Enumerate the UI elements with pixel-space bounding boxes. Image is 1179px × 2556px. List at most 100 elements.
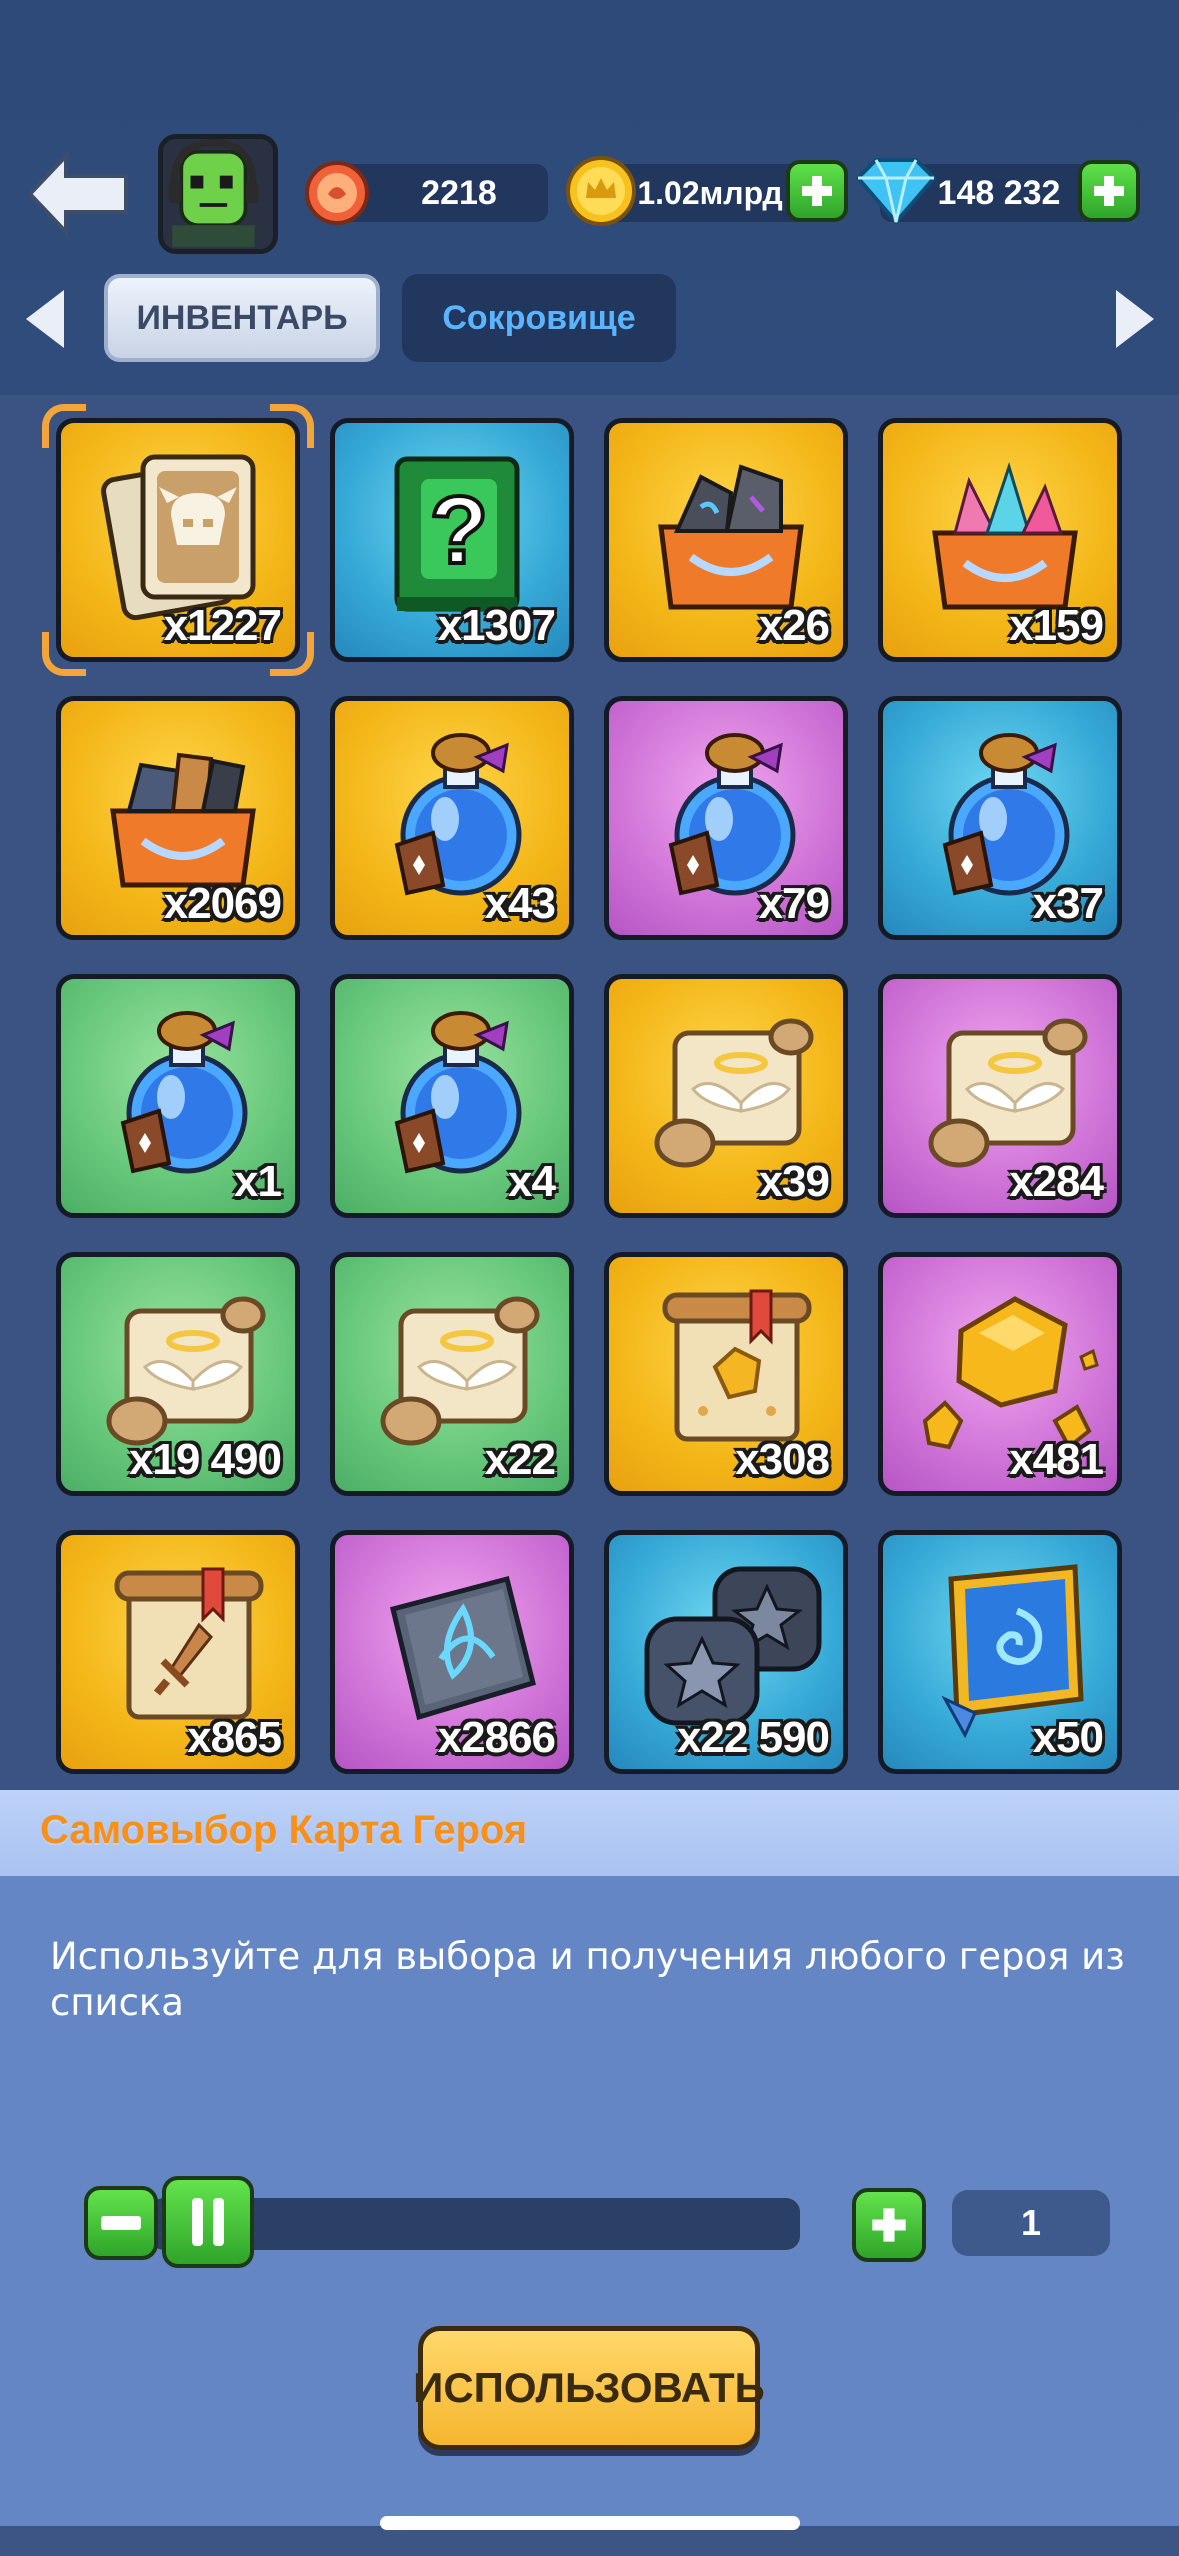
gold-ore-icon xyxy=(922,1296,1099,1451)
chevron-left-icon[interactable] xyxy=(20,286,68,352)
item-quantity: x159 xyxy=(1009,601,1104,650)
item-quantity: x284 xyxy=(1009,1157,1104,1206)
inventory-item[interactable]: x308 xyxy=(604,1252,848,1496)
inventory-item[interactable]: x19 490 xyxy=(56,1252,300,1496)
item-title: Самовыбор Карта Героя xyxy=(40,1808,528,1852)
tab-treasure-label: Сокровище xyxy=(442,298,636,337)
item-quantity: x1227 xyxy=(163,601,282,650)
xp-potion-icon xyxy=(668,733,796,896)
inventory-item[interactable]: x1 xyxy=(56,974,300,1218)
home-indicator-area xyxy=(0,2526,1179,2556)
inventory-item[interactable]: x22 xyxy=(330,1252,574,1496)
tab-inventory[interactable]: ИНВЕНТАРЬ xyxy=(104,274,380,362)
plus-icon xyxy=(802,176,832,206)
medal-icon xyxy=(305,161,369,225)
item-quantity: x19 490 xyxy=(128,1435,282,1484)
item-detail-panel: Используйте для выбора и получения любог… xyxy=(0,1876,1179,2526)
decrease-quantity-button[interactable] xyxy=(84,2186,158,2260)
xp-potion-icon xyxy=(394,1011,522,1174)
item-quantity: x37 xyxy=(1032,879,1104,928)
star-coins-icon xyxy=(644,1566,822,1726)
stamina-value: 2218 xyxy=(421,173,497,212)
gems-value: 148 232 xyxy=(937,173,1061,212)
sword-scroll-icon xyxy=(114,1567,264,1720)
angel-scroll-icon xyxy=(654,1018,814,1168)
inventory-item[interactable]: x284 xyxy=(878,974,1122,1218)
item-title-bar: Самовыбор Карта Героя xyxy=(0,1790,1179,1876)
item-quantity: x50 xyxy=(1032,1713,1104,1762)
xp-potion-icon xyxy=(942,733,1070,896)
add-gems-button[interactable] xyxy=(1078,160,1140,222)
inventory-item[interactable]: x50 xyxy=(878,1530,1122,1774)
inventory-item[interactable]: x481 xyxy=(878,1252,1122,1496)
angel-scroll-icon xyxy=(106,1296,266,1446)
item-description: Используйте для выбора и получения любог… xyxy=(50,1935,1125,2024)
item-quantity: x1307 xyxy=(437,601,556,650)
selection-corner xyxy=(270,632,314,676)
plus-icon xyxy=(872,2208,906,2242)
inventory-item[interactable]: x39 xyxy=(604,974,848,1218)
item-quantity: x308 xyxy=(735,1435,830,1484)
use-button[interactable]: ИСПОЛЬЗОВАТЬ xyxy=(413,2326,765,2450)
item-quantity: x22 590 xyxy=(676,1713,830,1762)
inventory-item[interactable]: x865 xyxy=(56,1530,300,1774)
rune-chest-icon xyxy=(658,464,804,610)
quantity-slider-handle[interactable] xyxy=(162,2176,254,2268)
tab-treasure[interactable]: Сокровище xyxy=(402,274,676,362)
hero-avatar-icon xyxy=(168,139,259,248)
item-quantity: x1 xyxy=(234,1157,282,1206)
inventory-item[interactable]: x37 xyxy=(878,696,1122,940)
gem-chest-icon xyxy=(932,462,1078,610)
rune-stone-icon xyxy=(389,1575,537,1721)
item-quantity: x865 xyxy=(187,1713,282,1762)
inventory-grid: x1227? x1307 x26 x159 x2069 x43 x79 x37 x1 x4 x39 x… xyxy=(42,404,1124,1778)
tab-inventory-label: ИНВЕНТАРЬ xyxy=(136,298,348,337)
increase-quantity-button[interactable] xyxy=(852,2188,926,2262)
back-arrow-icon[interactable] xyxy=(26,150,132,238)
inventory-item[interactable]: x22 590 xyxy=(604,1530,848,1774)
angel-scroll-icon xyxy=(380,1296,540,1446)
xp-potion-icon xyxy=(120,1011,248,1174)
chevron-right-icon[interactable] xyxy=(1112,286,1160,352)
ore-chest-icon xyxy=(110,752,256,888)
inventory-item[interactable]: x159 xyxy=(878,418,1122,662)
selection-corner xyxy=(270,404,314,448)
angel-scroll-icon xyxy=(928,1018,1088,1168)
xp-potion-icon xyxy=(394,733,522,896)
quantity-field[interactable]: 1 xyxy=(952,2190,1110,2256)
item-quantity: x26 xyxy=(758,601,830,650)
item-quantity: x481 xyxy=(1009,1435,1104,1484)
hero-card-icon xyxy=(101,454,256,621)
item-quantity: x39 xyxy=(758,1157,830,1206)
item-quantity: x22 xyxy=(484,1435,556,1484)
inventory-item[interactable]: x43 xyxy=(330,696,574,940)
inventory-item[interactable]: x2866 xyxy=(330,1530,574,1774)
svg-text:?: ? xyxy=(430,477,489,584)
inventory-item[interactable]: x1227 xyxy=(56,418,300,662)
item-quantity: x43 xyxy=(484,879,556,928)
top-bar: 2218 1.02млрд 148 232 ИНВЕНТАРЬ Сокровищ… xyxy=(0,0,1179,395)
minus-icon xyxy=(101,2216,141,2230)
add-gold-button[interactable] xyxy=(786,160,848,222)
inventory-item[interactable]: x79 xyxy=(604,696,848,940)
item-quantity: x79 xyxy=(758,879,830,928)
inventory-item[interactable]: x4 xyxy=(330,974,574,1218)
home-indicator[interactable] xyxy=(380,2516,800,2530)
gold-value: 1.02млрд xyxy=(637,174,783,211)
item-quantity: x2866 xyxy=(437,1713,556,1762)
gold-map-scroll-icon xyxy=(662,1289,812,1442)
crown-coin-icon xyxy=(566,156,636,226)
inventory-item[interactable]: ? x1307 xyxy=(330,418,574,662)
spell-book-icon xyxy=(941,1564,1084,1739)
selection-corner xyxy=(42,404,86,448)
plus-icon xyxy=(1094,176,1124,206)
avatar[interactable] xyxy=(158,134,278,254)
diamond-icon xyxy=(855,158,937,226)
grip-icon xyxy=(192,2198,224,2246)
item-quantity: x2069 xyxy=(163,879,282,928)
mystery-book-icon: ? xyxy=(394,456,520,612)
selection-corner xyxy=(42,632,86,676)
inventory-item[interactable]: x2069 xyxy=(56,696,300,940)
item-quantity: x4 xyxy=(508,1157,556,1206)
inventory-item[interactable]: x26 xyxy=(604,418,848,662)
